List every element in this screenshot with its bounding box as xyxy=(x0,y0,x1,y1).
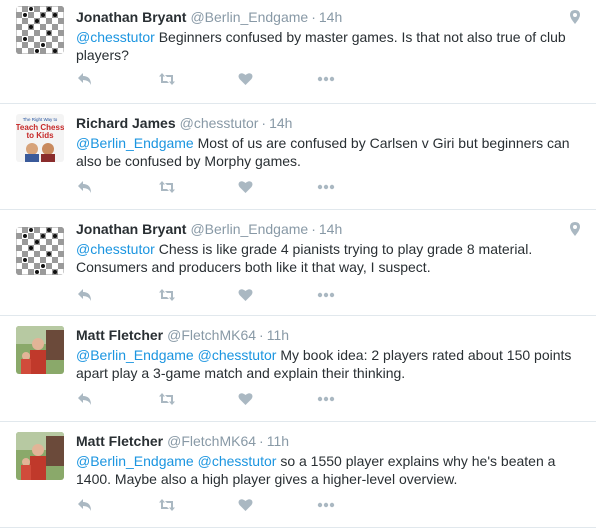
mention-link[interactable]: @chesstutor xyxy=(76,241,155,257)
reply-icon[interactable] xyxy=(76,286,94,304)
tweet[interactable]: Jonathan Bryant @Berlin_Endgame · 14h @chess… xyxy=(0,0,596,104)
location-pin-icon[interactable] xyxy=(570,222,580,236)
tweet-header: Jonathan Bryant @Berlin_Endgame · 14h xyxy=(76,8,580,26)
like-icon[interactable] xyxy=(236,286,254,304)
timestamp[interactable]: 11h xyxy=(267,327,289,343)
tweet-actions xyxy=(76,286,376,304)
tweet-text: @Berlin_Endgame @chesstutor so a 1550 pl… xyxy=(76,452,580,488)
tweet-header: Richard James @chesstutor · 14h xyxy=(76,114,580,132)
photo-avatar[interactable] xyxy=(16,326,64,374)
more-icon[interactable] xyxy=(317,178,335,196)
username[interactable]: @FletchMK64 xyxy=(167,327,256,343)
book-cover-avatar[interactable]: The Right Way to Teach Chess to Kids xyxy=(16,114,64,162)
username[interactable]: @FletchMK64 xyxy=(167,433,256,449)
tweet-actions xyxy=(76,178,376,196)
tweet-header: Matt Fletcher @FletchMK64 · 11h xyxy=(76,432,580,450)
mention-link[interactable]: @chesstutor xyxy=(76,29,155,45)
reply-icon[interactable] xyxy=(76,496,94,514)
fullname[interactable]: Richard James xyxy=(76,115,176,131)
tweet[interactable]: Matt Fletcher @FletchMK64 · 11h @Berlin_Endg… xyxy=(0,316,596,422)
tweet-text: @chesstutor Beginners confused by master… xyxy=(76,28,580,64)
reply-icon[interactable] xyxy=(76,70,94,88)
reply-icon[interactable] xyxy=(76,178,94,196)
retweet-icon[interactable] xyxy=(158,286,176,304)
tweet-actions xyxy=(76,390,376,408)
retweet-icon[interactable] xyxy=(158,178,176,196)
mention-link[interactable]: @chesstutor xyxy=(198,453,277,469)
fullname[interactable]: Jonathan Bryant xyxy=(76,221,186,237)
fullname[interactable]: Matt Fletcher xyxy=(76,433,163,449)
username[interactable]: @Berlin_Endgame xyxy=(190,221,308,237)
separator-dot: · xyxy=(261,115,267,131)
tweet[interactable]: Matt Fletcher @FletchMK64 · 11h @Berlin_Endg… xyxy=(0,422,596,528)
tweet-text: @Berlin_Endgame Most of us are confused … xyxy=(76,134,580,170)
retweet-icon[interactable] xyxy=(158,390,176,408)
timestamp[interactable]: 14h xyxy=(319,9,342,25)
more-icon[interactable] xyxy=(317,70,335,88)
like-icon[interactable] xyxy=(236,496,254,514)
chessboard-avatar[interactable] xyxy=(16,6,64,54)
tweet-text: @chesstutor Chess is like grade 4 pianis… xyxy=(76,240,580,276)
svg-text:The Right Way to: The Right Way to xyxy=(23,117,58,122)
timestamp[interactable]: 14h xyxy=(269,115,292,131)
timestamp[interactable]: 11h xyxy=(267,433,289,449)
timestamp[interactable]: 14h xyxy=(319,221,342,237)
mention-link[interactable]: @Berlin_Endgame xyxy=(76,453,194,469)
separator-dot: · xyxy=(259,327,264,343)
retweet-icon[interactable] xyxy=(158,70,176,88)
more-icon[interactable] xyxy=(317,286,335,304)
tweet-actions xyxy=(76,496,376,514)
tweet[interactable]: The Right Way to Teach Chess to Kids Richar… xyxy=(0,104,596,210)
tweet-actions xyxy=(76,70,376,88)
more-icon[interactable] xyxy=(317,390,335,408)
mention-link[interactable]: @Berlin_Endgame xyxy=(76,135,194,151)
like-icon[interactable] xyxy=(236,70,254,88)
tweet-header: Matt Fletcher @FletchMK64 · 11h xyxy=(76,326,580,344)
tweet[interactable]: Jonathan Bryant @Berlin_Endgame · 14h @chess… xyxy=(0,210,596,316)
fullname[interactable]: Jonathan Bryant xyxy=(76,9,186,25)
tweet-text: @Berlin_Endgame @chesstutor My book idea… xyxy=(76,346,580,382)
location-pin-icon[interactable] xyxy=(570,10,580,24)
mention-link[interactable]: @Berlin_Endgame xyxy=(76,347,194,363)
more-icon[interactable] xyxy=(317,496,335,514)
fullname[interactable]: Matt Fletcher xyxy=(76,327,163,343)
svg-text:to Kids: to Kids xyxy=(26,131,54,140)
username[interactable]: @Berlin_Endgame xyxy=(190,9,308,25)
username[interactable]: @chesstutor xyxy=(180,115,259,131)
tweet-header: Jonathan Bryant @Berlin_Endgame · 14h xyxy=(76,220,580,238)
like-icon[interactable] xyxy=(236,178,254,196)
reply-icon[interactable] xyxy=(76,390,94,408)
photo-avatar[interactable] xyxy=(16,432,64,480)
retweet-icon[interactable] xyxy=(158,496,176,514)
separator-dot: · xyxy=(311,9,316,25)
mention-link[interactable]: @chesstutor xyxy=(198,347,277,363)
separator-dot: · xyxy=(311,221,316,237)
separator-dot: · xyxy=(259,433,264,449)
like-icon[interactable] xyxy=(236,390,254,408)
chessboard-avatar[interactable] xyxy=(16,227,64,275)
